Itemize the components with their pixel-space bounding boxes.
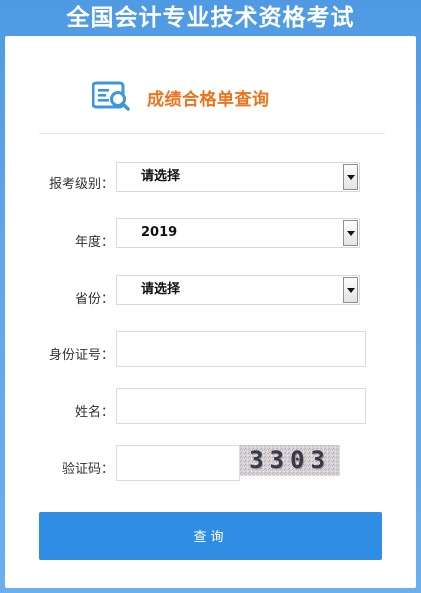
name-input[interactable] [116,388,366,424]
captcha-text: 3303 [249,446,331,474]
year-label: 年度： [74,235,114,250]
query-card: 成绩合格单查询 报考级别： 请选择 年度： 2019 省份： 请选择 身份证号：… [5,36,416,588]
page-title: 全国会计专业技术资格考试 [66,5,355,31]
province-select[interactable]: 请选择 [116,275,360,305]
search-document-icon [91,80,132,114]
query-heading-text: 成绩合格单查询 [147,89,270,110]
id-number-input[interactable] [116,331,366,367]
captcha-image[interactable]: 3303 [240,445,340,476]
province-select-value: 请选择 [141,282,181,297]
chevron-down-icon[interactable] [343,277,358,303]
name-label: 姓名： [74,405,114,420]
chevron-down-icon[interactable] [343,220,358,246]
province-label: 省份： [74,292,114,307]
query-button[interactable]: 查询 [39,512,382,560]
captcha-label: 验证码： [61,462,114,477]
year-select-value: 2019 [141,225,178,240]
level-select-value: 请选择 [141,169,181,184]
divider [39,133,385,134]
id-number-label: 身份证号： [48,348,114,363]
captcha-input[interactable] [116,445,240,481]
chevron-down-icon[interactable] [343,164,358,190]
query-heading: 成绩合格单查询 [91,80,270,114]
level-label: 报考级别： [48,177,114,192]
year-select[interactable]: 2019 [116,218,360,248]
level-select[interactable]: 请选择 [116,162,360,192]
